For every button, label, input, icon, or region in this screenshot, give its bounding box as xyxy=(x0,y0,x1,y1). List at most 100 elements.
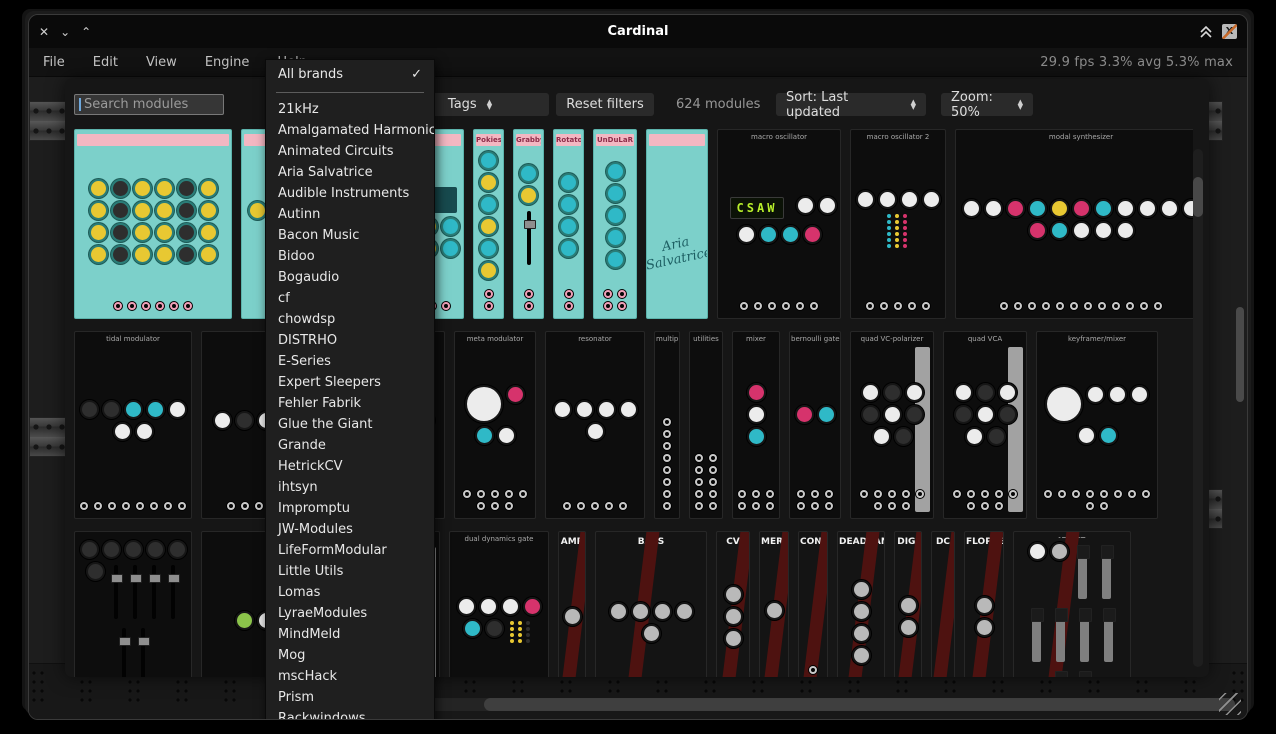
module-panel-quad-vca[interactable]: quad VCA xyxy=(943,331,1027,519)
module-panel-quad-vc-polarizer[interactable]: quad VC-polarizer xyxy=(850,331,934,519)
jack xyxy=(505,490,513,498)
menubar: FileEditViewEngineHelp 29.9 fps 3.3% avg… xyxy=(29,48,1247,77)
menu-item-brand[interactable]: Glue the Giant xyxy=(266,414,434,435)
menu-item-brand[interactable]: LyraeModules xyxy=(266,603,434,624)
scrollbar-thumb[interactable] xyxy=(1193,177,1203,217)
menu-item-brand[interactable]: Animated Circuits xyxy=(266,141,434,162)
menu-item-brand[interactable]: Audible Instruments xyxy=(266,183,434,204)
knob xyxy=(655,604,670,619)
zoom-dropdown[interactable]: Zoom: 50% ▲▼ xyxy=(941,93,1033,116)
knob xyxy=(1074,223,1089,238)
module-panel-multiples[interactable]: multiples xyxy=(654,331,680,519)
menu-item-brand[interactable]: MindMeld xyxy=(266,624,434,645)
module-panel-macro-oscillator[interactable]: macro oscillatorCSAW xyxy=(717,129,841,319)
module-panel-segment-generator[interactable]: segment generator xyxy=(74,531,192,677)
menu-item-brand[interactable]: JW-Modules xyxy=(266,519,434,540)
minimize-icon[interactable]: ⌄ xyxy=(60,25,70,39)
knob xyxy=(1110,387,1125,402)
menu-item-brand[interactable]: Bogaudio xyxy=(266,267,434,288)
jack xyxy=(663,490,671,498)
menu-file[interactable]: File xyxy=(43,55,65,70)
app-icon[interactable]: X xyxy=(1222,24,1237,39)
menu-item-brand[interactable]: Bacon Music xyxy=(266,225,434,246)
jack xyxy=(1070,302,1078,310)
module-face xyxy=(944,344,1026,485)
module-face xyxy=(956,142,1193,297)
resize-grip-icon[interactable] xyxy=(1219,693,1241,715)
rack-vertical-scrollbar[interactable] xyxy=(1236,307,1244,402)
menu-item-brand[interactable]: chowdsp xyxy=(266,309,434,330)
menu-item-brand[interactable]: Mog xyxy=(266,645,434,666)
menu-item-brand[interactable]: ihtsyn xyxy=(266,477,434,498)
module-face xyxy=(474,146,503,285)
module-panel-bass[interactable]: BASS xyxy=(595,531,707,677)
module-panel-tidal-modulator[interactable]: tidal modulator xyxy=(74,331,192,519)
menu-item-brand[interactable]: E-Series xyxy=(266,351,434,372)
module-face xyxy=(596,548,706,677)
module-panel-conv[interactable]: CONV xyxy=(798,531,828,677)
module-panel-modal-synthesizer[interactable]: modal synthesizer xyxy=(955,129,1193,319)
scrollbar-thumb[interactable] xyxy=(484,698,1235,711)
menu-item-brand[interactable]: Aria Salvatrice xyxy=(266,162,434,183)
module-panel-cv[interactable]: CV xyxy=(716,531,750,677)
menu-item-all-brands[interactable]: All brands ✓ xyxy=(266,63,434,86)
module-panel-undular[interactable]: UnDuLaR xyxy=(593,129,637,319)
module-panel-dual-dynamics-gate[interactable]: dual dynamics gate xyxy=(449,531,549,677)
module-panel-dc[interactable]: DC xyxy=(931,531,955,677)
search-input[interactable]: Search modules xyxy=(74,94,224,115)
knob xyxy=(989,429,1004,444)
reset-filters-button[interactable]: Reset filters xyxy=(556,93,654,116)
menu-item-brand[interactable]: Bidoo xyxy=(266,246,434,267)
maximize-icon[interactable]: ⌃ xyxy=(81,25,91,39)
module-panel-jette[interactable]: JETTE xyxy=(1013,531,1131,677)
menu-item-brand[interactable]: Amalgamated Harmonics xyxy=(266,120,434,141)
menu-engine[interactable]: Engine xyxy=(205,55,250,70)
module-panel-mixer[interactable]: mixer xyxy=(732,331,780,519)
menu-item-brand[interactable]: mscHack xyxy=(266,666,434,687)
module-panel-deadband[interactable]: DEADBAND xyxy=(837,531,885,677)
module-panel-grabby[interactable]: Grabby xyxy=(513,129,544,319)
rack-horizontal-scrollbar[interactable] xyxy=(419,698,1235,711)
module-panel-utilities[interactable]: utilities xyxy=(689,331,723,519)
menu-view[interactable]: View xyxy=(146,55,177,70)
knob xyxy=(1101,428,1116,443)
module-panel-pokies[interactable]: Pokies xyxy=(473,129,504,319)
close-icon[interactable]: ✕ xyxy=(39,25,49,39)
menu-item-brand[interactable]: Little Utils xyxy=(266,561,434,582)
module-face: Aria Salvatrice xyxy=(647,146,707,318)
module-panel-bernoulli-gate[interactable]: bernoulli gate xyxy=(789,331,841,519)
menu-item-brand[interactable]: HetrickCV xyxy=(266,456,434,477)
menu-item-brand[interactable]: cf xyxy=(266,288,434,309)
menu-item-brand[interactable]: Autinn xyxy=(266,204,434,225)
module-panel-flopper[interactable]: FLOPPER xyxy=(964,531,1004,677)
menu-item-brand[interactable]: Fehler Fabrik xyxy=(266,393,434,414)
knob xyxy=(1096,201,1111,216)
browser-vertical-scrollbar[interactable] xyxy=(1193,149,1203,667)
menu-item-brand[interactable]: LifeFormModular xyxy=(266,540,434,561)
jack xyxy=(565,290,573,298)
menu-item-brand[interactable]: DISTRHO xyxy=(266,330,434,351)
module-panel-macro-oscillator-2[interactable]: macro oscillator 2 xyxy=(850,129,946,319)
sort-dropdown[interactable]: Sort: Last updated ▲▼ xyxy=(776,93,926,116)
module-panel-meta-modulator[interactable]: meta modulator xyxy=(454,331,536,519)
module-panel-keyframer-mixer[interactable]: keyframer/mixer xyxy=(1036,331,1158,519)
knob xyxy=(201,203,216,218)
menu-item-brand[interactable]: Impromptu xyxy=(266,498,434,519)
menu-item-brand[interactable]: 21kHz xyxy=(266,99,434,120)
module-panel-amp[interactable]: AMP xyxy=(558,531,586,677)
menu-item-brand[interactable]: Grande xyxy=(266,435,434,456)
module-panel-mera[interactable]: MERA xyxy=(759,531,789,677)
collapse-icon[interactable] xyxy=(1199,26,1213,38)
module-panel-rotatoes[interactable]: Rotatoes xyxy=(553,129,584,319)
menu-item-brand[interactable]: Expert Sleepers xyxy=(266,372,434,393)
menu-item-brand[interactable]: Rackwindows xyxy=(266,708,434,720)
module-panel[interactable]: Aria Salvatrice xyxy=(646,129,708,319)
menu-edit[interactable]: Edit xyxy=(93,55,118,70)
module-panel[interactable] xyxy=(74,129,232,319)
led-grid xyxy=(510,621,532,643)
module-panel-resonator[interactable]: resonator xyxy=(545,331,645,519)
menu-item-brand[interactable]: Lomas xyxy=(266,582,434,603)
knob xyxy=(137,424,152,439)
menu-item-brand[interactable]: Prism xyxy=(266,687,434,708)
module-panel-digi[interactable]: DIGI xyxy=(894,531,922,677)
